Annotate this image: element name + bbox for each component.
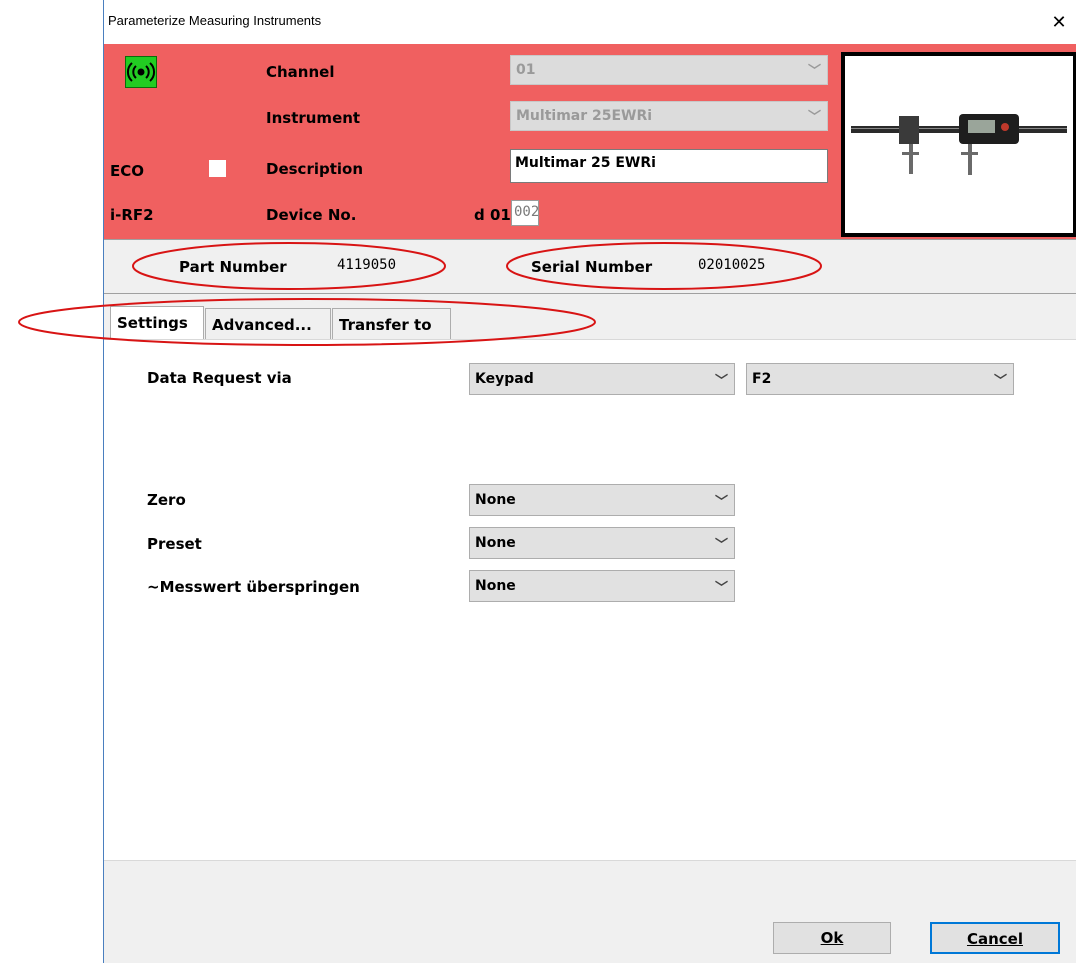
ok-label: Ok <box>820 929 844 947</box>
chevron-down-icon: ﹀ <box>993 374 1007 389</box>
info-bar: Part Number 4119050 Serial Number 020100… <box>104 239 1076 294</box>
data-request-key-select[interactable]: F2 ﹀ <box>746 363 1014 395</box>
serial-number-value: 02010025 <box>698 257 766 273</box>
instrument-select: Multimar 25EWRi ﹀ <box>510 101 828 131</box>
device-no-input[interactable]: 002 <box>511 200 539 226</box>
skip-value: None <box>475 578 516 594</box>
channel-value: 01 <box>516 62 536 78</box>
zero-value: None <box>475 492 516 508</box>
device-no-label: Device No. <box>266 206 357 224</box>
tab-settings[interactable]: Settings <box>110 306 204 340</box>
description-value: Multimar 25 EWRi <box>515 155 656 171</box>
window-title: Parameterize Measuring Instruments <box>108 13 322 28</box>
wireless-signal-icon <box>125 56 157 88</box>
eco-label: ECO <box>110 162 145 180</box>
chevron-down-icon: ﹀ <box>714 374 728 389</box>
description-label: Description <box>266 160 364 178</box>
zero-select[interactable]: None ﹀ <box>469 484 735 516</box>
dialog-window: Parameterize Measuring Instruments ✕ ECO… <box>103 0 1076 963</box>
tab-advanced[interactable]: Advanced... <box>205 308 331 340</box>
ok-button[interactable]: Ok <box>773 922 891 954</box>
description-input[interactable]: Multimar 25 EWRi <box>510 149 828 183</box>
instrument-value: Multimar 25EWRi <box>516 108 653 124</box>
channel-select: 01 ﹀ <box>510 55 828 85</box>
cancel-label: Cancel <box>966 930 1023 948</box>
title-bar: Parameterize Measuring Instruments ✕ <box>104 0 1076 44</box>
instrument-image-frame <box>841 52 1076 237</box>
skip-value-select[interactable]: None ﹀ <box>469 570 735 602</box>
channel-label: Channel <box>266 63 335 81</box>
chevron-down-icon: ﹀ <box>807 110 821 125</box>
settings-panel: Data Request via Keypad ﹀ F2 ﹀ Zero None… <box>104 339 1076 861</box>
chevron-down-icon: ﹀ <box>714 495 728 510</box>
skip-value-label: ~Messwert überspringen <box>147 578 360 596</box>
preset-label: Preset <box>147 535 202 553</box>
device-no-value: 002 <box>514 204 540 220</box>
instrument-label: Instrument <box>266 109 361 127</box>
preset-select[interactable]: None ﹀ <box>469 527 735 559</box>
irf-label: i-RF2 <box>110 206 154 224</box>
tab-transfer-to[interactable]: Transfer to <box>332 308 451 340</box>
digital-caliper-image <box>845 56 1073 233</box>
close-icon: ✕ <box>1051 11 1067 33</box>
data-request-value: Keypad <box>475 371 534 387</box>
serial-number-label: Serial Number <box>531 258 653 276</box>
device-prefix: d 01 <box>474 206 511 224</box>
chevron-down-icon: ﹀ <box>807 64 821 79</box>
data-request-select[interactable]: Keypad ﹀ <box>469 363 735 395</box>
data-request-key-value: F2 <box>752 371 772 387</box>
chevron-down-icon: ﹀ <box>714 538 728 553</box>
preset-value: None <box>475 535 516 551</box>
cancel-button[interactable]: Cancel <box>930 922 1060 954</box>
zero-label: Zero <box>147 491 186 509</box>
data-request-label: Data Request via <box>147 369 292 387</box>
part-number-value: 4119050 <box>337 257 397 273</box>
close-button[interactable]: ✕ <box>1044 6 1074 38</box>
part-number-label: Part Number <box>179 258 287 276</box>
chevron-down-icon: ﹀ <box>714 581 728 596</box>
eco-checkbox[interactable] <box>209 160 226 177</box>
